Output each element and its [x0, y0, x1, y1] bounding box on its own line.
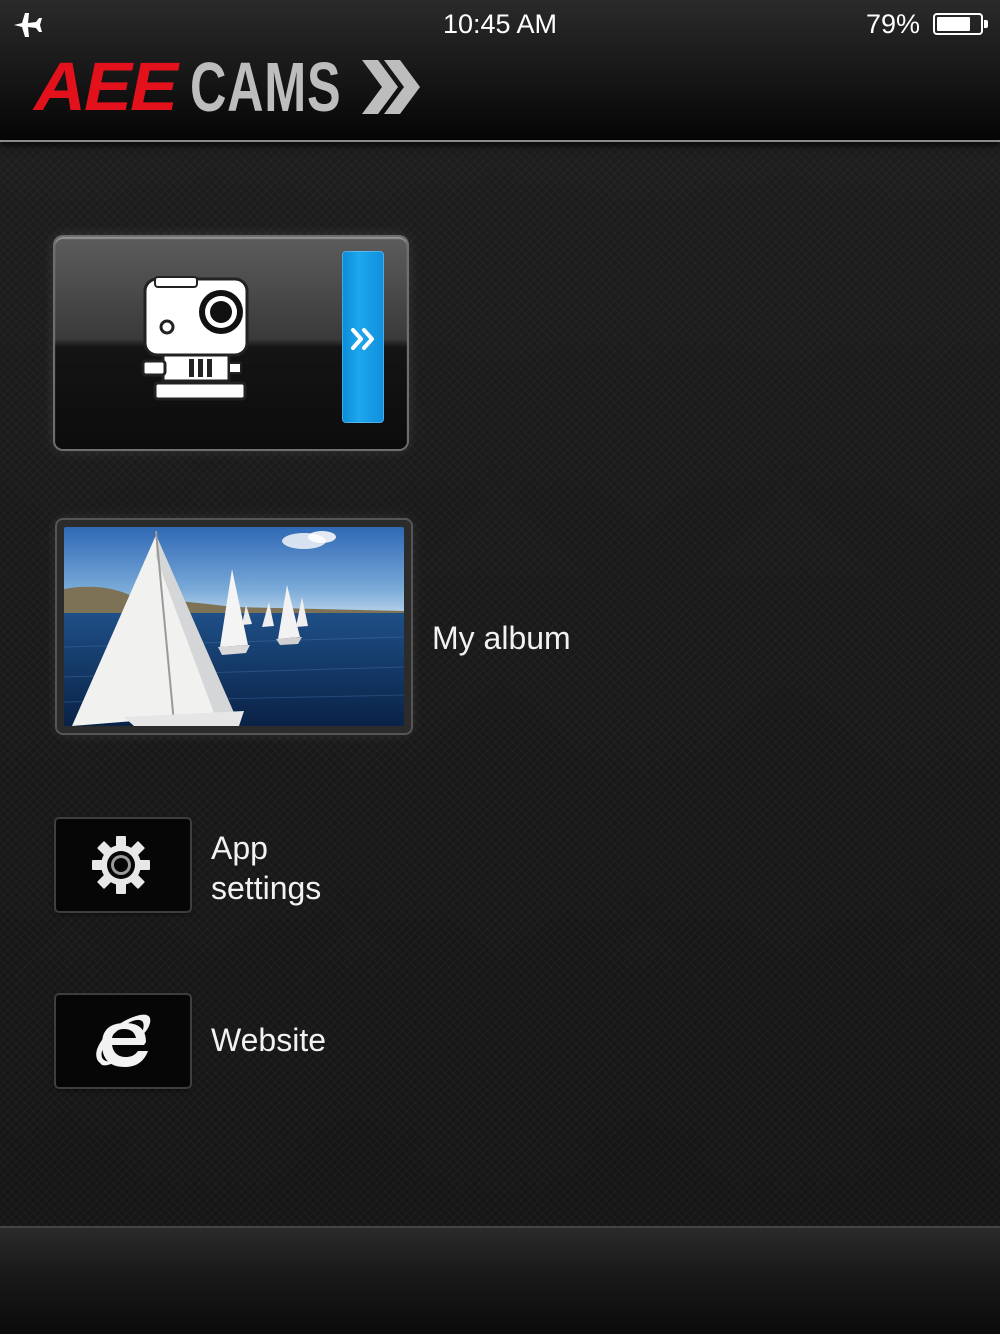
my-album-label: My album [432, 620, 571, 656]
logo-brand: AEE [34, 49, 178, 125]
camera-connect-arrow[interactable] [342, 251, 384, 423]
website-button[interactable] [56, 995, 190, 1087]
status-bar: 10:45 AM 79% [0, 0, 1000, 50]
battery-icon [933, 13, 988, 35]
action-camera-icon [141, 276, 249, 401]
battery-percent: 79% [865, 9, 920, 39]
app-settings-label: App settings [211, 828, 451, 908]
logo-product: CAMS [190, 48, 342, 126]
gear-icon [92, 836, 150, 894]
app-settings-label-line2: settings [211, 870, 322, 906]
website-label: Website [211, 1022, 327, 1058]
internet-explorer-icon [96, 1014, 151, 1067]
app-logo: AEE CAMS [34, 48, 420, 126]
app-settings-label-line1: App [211, 830, 268, 866]
my-album-button[interactable] [57, 520, 411, 733]
battery-level-fill [937, 17, 970, 31]
app-screen: 10:45 AM 79% AEE CAMS My album App setti… [0, 0, 1000, 1334]
app-header: 10:45 AM 79% AEE CAMS [0, 0, 1000, 142]
logo-chevrons-icon [362, 60, 420, 114]
camera-connect-button[interactable] [55, 237, 407, 449]
album-thumbnail-image [64, 527, 404, 726]
double-chevron-right-icon [351, 328, 374, 350]
bottom-toolbar [0, 1226, 1000, 1334]
status-time: 10:45 AM [442, 9, 558, 39]
app-settings-button[interactable] [56, 819, 190, 911]
